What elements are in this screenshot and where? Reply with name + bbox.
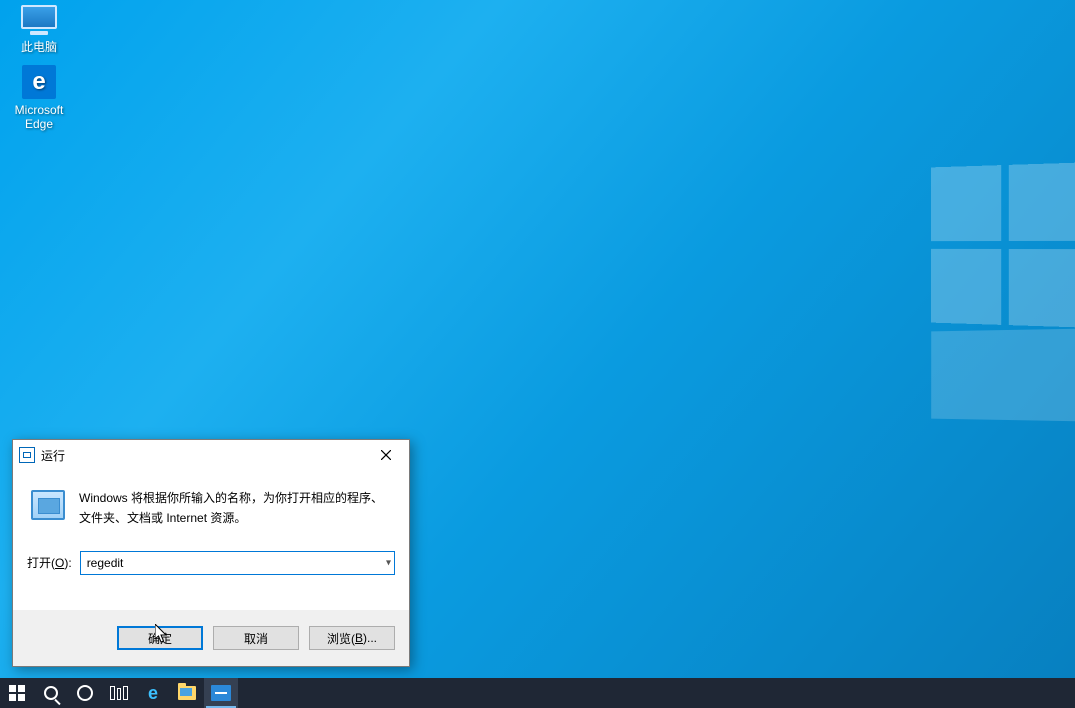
taskbar-run[interactable]	[204, 678, 238, 708]
run-description: Windows 将根据你所输入的名称，为你打开相应的程序、文件夹、文档或 Int…	[79, 488, 395, 529]
windows-logo-watermark	[931, 162, 1075, 327]
edge-icon: e	[19, 65, 59, 99]
dialog-footer: 确定 取消 浏览(B)...	[13, 610, 409, 666]
run-title-icon	[19, 447, 35, 463]
windows-logo-light-base	[931, 329, 1075, 422]
taskbar-file-explorer[interactable]	[170, 678, 204, 708]
close-icon	[381, 450, 391, 460]
icon-label-line1: Microsoft	[2, 103, 76, 117]
close-button[interactable]	[363, 440, 409, 470]
cancel-button[interactable]: 取消	[213, 626, 299, 650]
icon-label: 此电脑	[2, 38, 76, 55]
desktop-icon-this-pc[interactable]: 此电脑	[2, 0, 76, 55]
open-input[interactable]	[80, 551, 395, 575]
taskbar-taskview[interactable]	[102, 678, 136, 708]
run-icon	[211, 685, 231, 701]
monitor-icon	[19, 0, 59, 34]
ok-button[interactable]: 确定	[117, 626, 203, 650]
edge-icon: e	[148, 683, 158, 704]
desktop-icon-edge[interactable]: e Microsoft Edge	[2, 65, 76, 131]
titlebar[interactable]: 运行	[13, 440, 409, 470]
icon-label-line2: Edge	[2, 117, 76, 131]
browse-button[interactable]: 浏览(B)...	[309, 626, 395, 650]
start-button[interactable]	[0, 678, 34, 708]
search-icon	[44, 686, 58, 700]
windows-start-icon	[9, 685, 25, 701]
taskbar-cortana[interactable]	[68, 678, 102, 708]
window-title: 运行	[41, 447, 65, 464]
folder-icon	[178, 686, 196, 700]
run-dialog: 运行 Windows 将根据你所输入的名称，为你打开相应的程序、文件夹、文档或 …	[12, 439, 410, 667]
open-label: 打开(O):	[27, 554, 72, 571]
cortana-icon	[77, 685, 93, 701]
taskbar-edge[interactable]: e	[136, 678, 170, 708]
taskbar: e	[0, 678, 1075, 708]
taskbar-search[interactable]	[34, 678, 68, 708]
taskview-icon	[110, 686, 128, 700]
run-body-icon	[31, 490, 65, 520]
